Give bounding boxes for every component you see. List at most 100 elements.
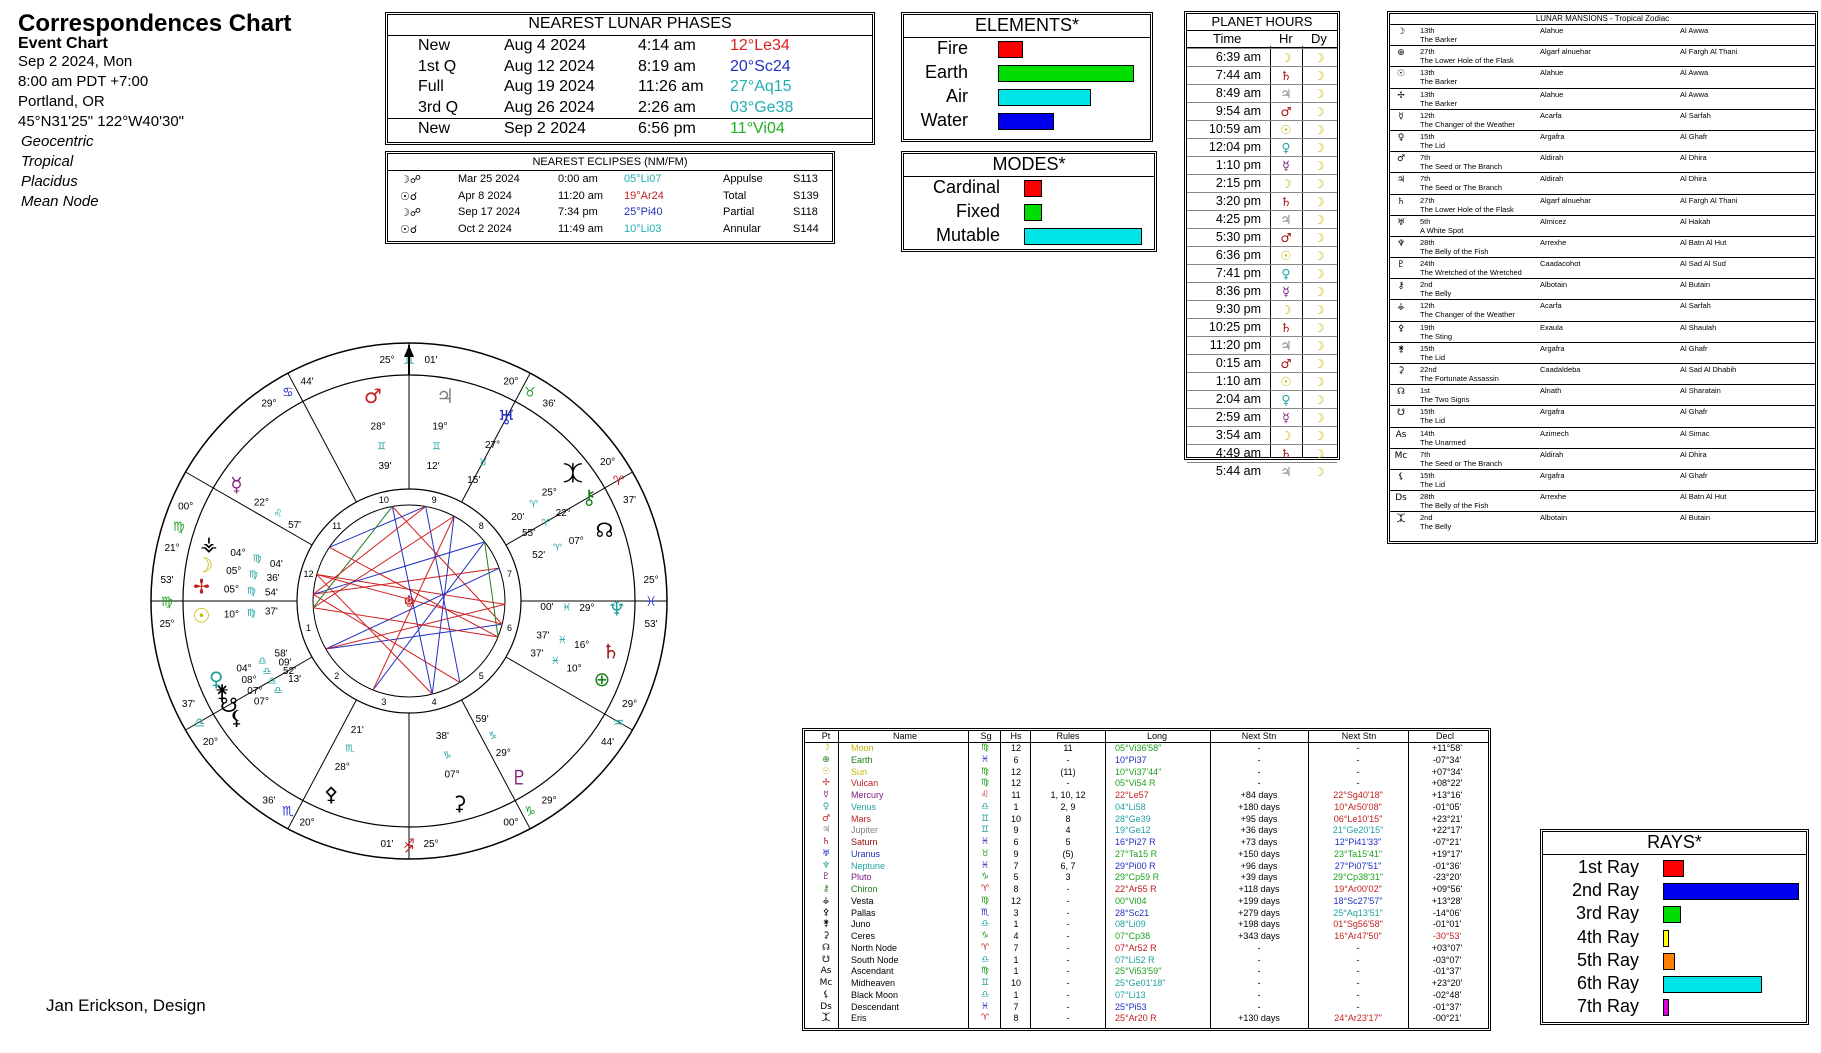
declination-cell: -02°48' bbox=[1432, 989, 1462, 1000]
planet-name: Saturn bbox=[851, 837, 878, 847]
mansion-arabic: Al Fargh Al Thani bbox=[1680, 195, 1738, 205]
ray-row: 6th Ray bbox=[1543, 973, 1806, 996]
mansion-arabic: Al Butain bbox=[1680, 280, 1711, 290]
house-cell: 11 bbox=[1011, 790, 1021, 800]
declination-cell: +22°17' bbox=[1431, 825, 1463, 836]
lunar-mansions-panel: LUNAR MANSIONS - Tropical Zodiac ☽ 13th Al… bbox=[1387, 11, 1818, 544]
planet-minute: 59' bbox=[476, 714, 489, 725]
mansion-name: Caadaldeba bbox=[1540, 365, 1581, 374]
planet-degree: 05° bbox=[224, 585, 239, 596]
planet-glyph-icon: ⚶ bbox=[201, 532, 218, 556]
next-station-days: - bbox=[1257, 966, 1261, 977]
next-station-pos: 27°Pi07'51" bbox=[1334, 860, 1382, 871]
table-header: Name bbox=[892, 731, 917, 741]
declination-cell: +13°28' bbox=[1431, 895, 1463, 906]
phase-date: Aug 19 2024 bbox=[504, 78, 595, 95]
mansion-name: Acarfa bbox=[1540, 301, 1562, 311]
cusp-sign-icon: ♒ bbox=[613, 716, 625, 731]
cusp-minute: 01' bbox=[424, 355, 437, 366]
table-row: ⚷ Chiron ♈ 8 - 22°Ar55 R +118 days 19°Ar00'02" +… bbox=[805, 884, 1488, 896]
mansion-desc: The Belly bbox=[1420, 522, 1452, 532]
sign-icon: ♍ bbox=[980, 766, 990, 777]
planet-minute: 38' bbox=[436, 731, 449, 742]
planet-degree: 28° bbox=[335, 762, 350, 773]
mansion-number: 13th bbox=[1420, 89, 1435, 99]
planet-glyph-icon: ♅ bbox=[498, 405, 516, 429]
mansion-row: ♀ 15th Argafra Al Ghafr The Lid bbox=[1390, 129, 1815, 151]
planet-sign-icon: ♑ bbox=[443, 750, 452, 761]
table-header: Decl bbox=[1435, 731, 1454, 741]
mansion-name: Aldirah bbox=[1540, 449, 1564, 459]
aspect-line bbox=[372, 541, 486, 691]
mansion-desc: The Seed or The Branch bbox=[1420, 183, 1502, 193]
hour-time: 8:49 am bbox=[1215, 86, 1261, 100]
longitude-cell: 19°Ge12 bbox=[1115, 825, 1151, 836]
house-cell: 1 bbox=[1013, 919, 1019, 930]
col-dy: Dy bbox=[1311, 31, 1327, 46]
planet-glyph-icon: ☽ bbox=[195, 553, 213, 577]
mode-row: Fixed bbox=[904, 201, 1154, 225]
sign-icon: ♏ bbox=[980, 907, 990, 918]
phase-name: New bbox=[418, 120, 451, 137]
mansion-desc: The Lower Hole of the Flask bbox=[1420, 56, 1514, 66]
rules-cell: 1, 10, 12 bbox=[1050, 790, 1086, 800]
mansion-desc: The Lower Hole of the Flask bbox=[1420, 204, 1514, 214]
planet-degree: 22° bbox=[254, 497, 269, 508]
mansion-row: ☋ 15th Argafra Al Ghafr The Lid bbox=[1390, 405, 1815, 426]
next-station-pos: 19°Ar00'02" bbox=[1334, 884, 1382, 894]
day-ruler-icon: ☽ bbox=[1313, 248, 1325, 263]
mansion-desc: The Lid bbox=[1420, 479, 1446, 489]
planet-icon: ♆ bbox=[821, 860, 831, 871]
eclipse-position: 10°Li03 bbox=[624, 222, 662, 235]
planet-sign-icon: ♑ bbox=[488, 731, 497, 742]
mansion-row: ☿ 12th Acarfa Al Sarfah The Changer of the W… bbox=[1390, 108, 1815, 130]
planet-icon: ♄ bbox=[821, 837, 831, 847]
hour-ruler-icon: ♄ bbox=[1280, 194, 1292, 209]
planet-sign-icon: ♓ bbox=[558, 635, 567, 646]
mansion-point-icon: ⚴ bbox=[1397, 323, 1405, 334]
hour-time: 9:54 am bbox=[1215, 104, 1261, 118]
sign-icon: ♓ bbox=[980, 837, 990, 847]
house-cell: 1 bbox=[1013, 954, 1019, 965]
phase-name: Full bbox=[418, 78, 444, 95]
house-number: 9 bbox=[432, 495, 437, 505]
rules-cell: - bbox=[1066, 754, 1070, 765]
planet-icon: ⚳ bbox=[822, 931, 830, 941]
planet-hour-row: 10:59 am ☉ ☽ bbox=[1187, 120, 1337, 138]
sign-icon: ♍ bbox=[980, 966, 990, 977]
day-ruler-icon: ☽ bbox=[1313, 86, 1325, 101]
rules-cell: - bbox=[1066, 966, 1070, 977]
planet-glyph-icon: ⊕ bbox=[593, 667, 610, 691]
planet-name: Vesta bbox=[851, 895, 874, 906]
day-ruler-icon: ☽ bbox=[1313, 68, 1325, 83]
ray-row: 3rd Ray bbox=[1543, 903, 1806, 926]
ray-bar bbox=[1663, 906, 1681, 924]
planet-sign-icon: ♍ bbox=[247, 586, 256, 597]
planet-hour-row: 2:59 am ☿ ☽ bbox=[1187, 408, 1337, 426]
house-number: 11 bbox=[332, 521, 341, 531]
mansion-desc: The Belly of the Fish bbox=[1420, 501, 1489, 511]
rules-cell: - bbox=[1066, 931, 1070, 941]
house-cell: 7 bbox=[1013, 860, 1019, 871]
longitude-cell: 25°Ge01'18" bbox=[1115, 978, 1166, 988]
planet-hour-row: 7:41 pm ♀ ☽ bbox=[1187, 264, 1337, 282]
day-ruler-icon: ☽ bbox=[1313, 158, 1325, 173]
element-label: Air bbox=[946, 86, 968, 106]
day-ruler-icon: ☽ bbox=[1313, 230, 1325, 245]
phase-name: 3rd Q bbox=[418, 98, 459, 116]
eclipse-time: 7:34 pm bbox=[558, 206, 598, 218]
declination-cell: +23°20' bbox=[1431, 978, 1463, 988]
next-station-days: +279 days bbox=[1238, 907, 1280, 918]
hour-ruler-icon: ♄ bbox=[1280, 68, 1292, 83]
declination-cell: +13°16' bbox=[1431, 790, 1463, 800]
planet-degree: 10° bbox=[224, 609, 239, 620]
planet-sign-icon: ♍ bbox=[249, 570, 258, 581]
declination-cell: -07°34' bbox=[1432, 754, 1462, 765]
lunar-phase-row: New Sep 2 2024 6:56 pm 11°Vi04 bbox=[388, 118, 872, 140]
day-ruler-icon: ☽ bbox=[1313, 410, 1325, 425]
mansion-row: ♄ 27th Algarf alnuehar Al Fargh Al Thani The… bbox=[1390, 193, 1815, 215]
element-label: Earth bbox=[924, 62, 968, 82]
declination-cell: +08°22' bbox=[1431, 778, 1463, 789]
mansion-number: 27th bbox=[1420, 195, 1435, 205]
planet-icon: ⚸ bbox=[822, 989, 830, 1000]
